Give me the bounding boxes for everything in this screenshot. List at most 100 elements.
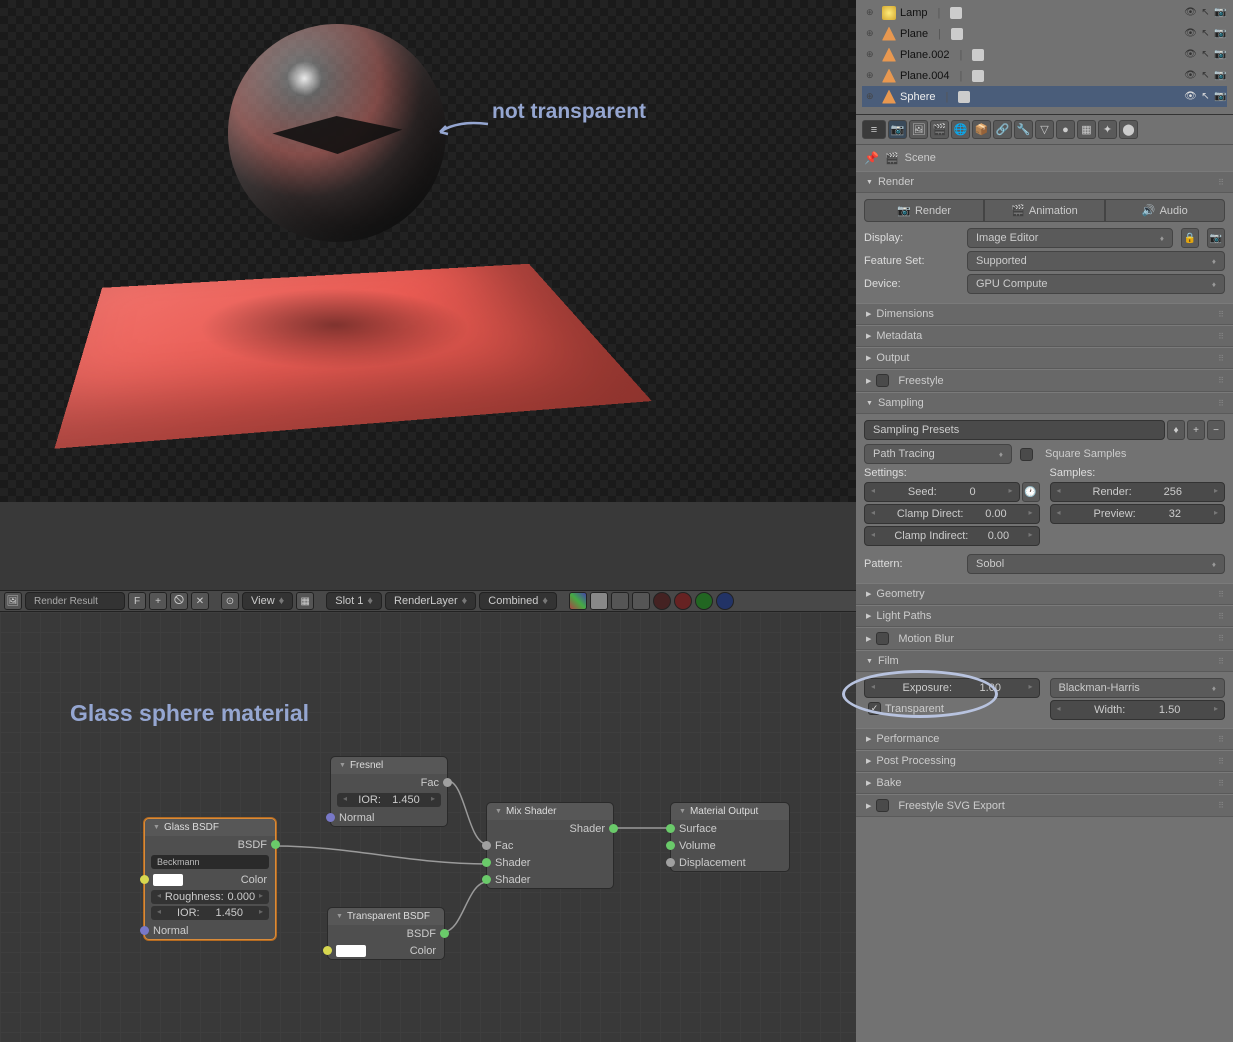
preset-remove-icon[interactable]: − (1207, 420, 1225, 440)
tab-texture[interactable]: ▦ (1077, 120, 1096, 139)
panel-metadata-header[interactable]: Metadata⠿ (856, 325, 1233, 347)
tab-object[interactable]: 📦 (972, 120, 991, 139)
panel-film-header[interactable]: Film⠿ (856, 650, 1233, 672)
camera-icon[interactable]: 📷 (1214, 90, 1227, 103)
panel-render-header[interactable]: Render⠿ (856, 171, 1233, 193)
pattern-dropdown[interactable]: Sobol♦ (967, 554, 1225, 574)
panel-bake-header[interactable]: Bake⠿ (856, 772, 1233, 794)
node-roughness-field[interactable]: ◂Roughness:0.000▸ (151, 890, 269, 904)
seed-field[interactable]: ◂Seed:0▸ (864, 482, 1020, 502)
outliner[interactable]: ⊕Lamp|👁↖📷 ⊕Plane|👁↖📷 ⊕Plane.002|👁↖📷 ⊕Pla… (856, 0, 1233, 115)
node-mix-shader[interactable]: Mix Shader Shader Fac Shader Shader (486, 802, 614, 889)
panel-dimensions-header[interactable]: Dimensions⠿ (856, 303, 1233, 325)
node-output-fac[interactable]: Fac (331, 774, 447, 791)
eye-icon[interactable]: 👁 (1184, 6, 1197, 19)
node-header[interactable]: Mix Shader (487, 803, 613, 820)
camera-icon[interactable]: 📷 (1214, 69, 1227, 82)
tab-particles[interactable]: ✦ (1098, 120, 1117, 139)
mask-icon[interactable]: ▦ (296, 592, 314, 610)
svg-checkbox[interactable] (876, 799, 889, 812)
camera-icon[interactable]: 📷 (1214, 27, 1227, 40)
preview-samples-field[interactable]: ◂Preview:32▸ (1050, 504, 1226, 524)
node-output-bsdf[interactable]: BSDF (145, 836, 275, 853)
device-dropdown[interactable]: GPU Compute♦ (967, 274, 1225, 294)
channel-rgb-icon[interactable] (590, 592, 608, 610)
slot-dropdown[interactable]: Slot 1 ♦ (326, 592, 382, 610)
exposure-field[interactable]: ◂Exposure:1.00▸ (864, 678, 1040, 698)
tab-material[interactable]: ● (1056, 120, 1075, 139)
outliner-item-plane004[interactable]: ⊕Plane.004|👁↖📷 (862, 65, 1227, 86)
data-icon[interactable] (972, 49, 984, 61)
eye-icon[interactable]: 👁 (1184, 48, 1197, 61)
channel-green-icon[interactable] (695, 592, 713, 610)
node-fresnel[interactable]: Fresnel Fac ◂IOR:1.450▸ Normal (330, 756, 448, 827)
expand-icon[interactable]: ⊕ (866, 7, 874, 18)
node-distribution-dropdown[interactable]: Beckmann (151, 855, 269, 869)
channel-blue-icon[interactable] (716, 592, 734, 610)
channel-z-icon[interactable] (632, 592, 650, 610)
outliner-item-plane[interactable]: ⊕Plane|👁↖📷 (862, 23, 1227, 44)
view-dropdown[interactable]: View ♦ (242, 592, 293, 610)
node-input-color[interactable]: Color (145, 871, 275, 888)
clamp-direct-field[interactable]: ◂Clamp Direct:0.00▸ (864, 504, 1040, 524)
cursor-icon[interactable]: ↖ (1199, 90, 1212, 103)
node-input-normal[interactable]: Normal (331, 809, 447, 826)
eye-icon[interactable]: 👁 (1184, 90, 1197, 103)
tab-data[interactable]: ▽ (1035, 120, 1054, 139)
tab-world[interactable]: 🌐 (951, 120, 970, 139)
node-output-bsdf[interactable]: BSDF (328, 925, 444, 942)
transparent-checkbox[interactable] (868, 702, 881, 715)
tab-render-layers[interactable]: 🖼 (909, 120, 928, 139)
node-ior-field[interactable]: ◂IOR:1.450▸ (151, 906, 269, 920)
panel-geometry-header[interactable]: Geometry⠿ (856, 583, 1233, 605)
extra-icon[interactable]: 📷 (1207, 228, 1225, 248)
tab-physics[interactable]: ⬤ (1119, 120, 1138, 139)
filter-dropdown[interactable]: Blackman-Harris♦ (1050, 678, 1226, 698)
node-input-shader-2[interactable]: Shader (487, 871, 613, 888)
eye-icon[interactable]: 👁 (1184, 69, 1197, 82)
expand-icon[interactable]: ⊕ (866, 91, 874, 102)
channel-red-icon[interactable] (674, 592, 692, 610)
node-glass-bsdf[interactable]: Glass BSDF BSDF Beckmann Color ◂Roughnes… (144, 818, 276, 940)
add-image-icon[interactable]: + (149, 592, 167, 610)
node-header[interactable]: Transparent BSDF (328, 908, 444, 925)
cursor-icon[interactable]: ↖ (1199, 6, 1212, 19)
cursor-icon[interactable]: ↖ (1199, 27, 1212, 40)
animation-button[interactable]: 🎬Animation (984, 199, 1104, 222)
node-input-displacement[interactable]: Displacement (671, 854, 789, 871)
camera-icon[interactable]: 📷 (1214, 48, 1227, 61)
node-input-normal[interactable]: Normal (145, 922, 275, 939)
eye-icon[interactable]: 👁 (1184, 27, 1197, 40)
unlink-icon[interactable]: 🛇 (170, 592, 188, 610)
node-editor[interactable]: Glass sphere material Glass BSDF BSDF Be… (0, 612, 856, 1042)
outliner-item-plane002[interactable]: ⊕Plane.002|👁↖📷 (862, 44, 1227, 65)
display-dropdown[interactable]: Image Editor♦ (967, 228, 1173, 248)
tab-modifiers[interactable]: 🔧 (1014, 120, 1033, 139)
node-input-fac[interactable]: Fac (487, 837, 613, 854)
square-samples-checkbox[interactable] (1020, 448, 1033, 461)
data-icon[interactable] (951, 28, 963, 40)
panel-output-header[interactable]: Output⠿ (856, 347, 1233, 369)
node-input-shader-1[interactable]: Shader (487, 854, 613, 871)
fake-user-button[interactable]: F (128, 592, 146, 610)
renderlayer-dropdown[interactable]: RenderLayer ♦ (385, 592, 476, 610)
panel-performance-header[interactable]: Performance⠿ (856, 728, 1233, 750)
editor-type-icon[interactable]: ≡ (862, 120, 886, 139)
channel-rgba-icon[interactable] (569, 592, 587, 610)
node-input-volume[interactable]: Volume (671, 837, 789, 854)
panel-sampling-header[interactable]: Sampling⠿ (856, 392, 1233, 414)
camera-icon[interactable]: 📷 (1214, 6, 1227, 19)
panel-freestyle-header[interactable]: Freestyle⠿ (856, 369, 1233, 392)
channel-alpha-icon[interactable] (611, 592, 629, 610)
lock-icon[interactable]: 🔒 (1181, 228, 1199, 248)
clamp-indirect-field[interactable]: ◂Clamp Indirect:0.00▸ (864, 526, 1040, 546)
outliner-item-lamp[interactable]: ⊕Lamp|👁↖📷 (862, 2, 1227, 23)
tab-render[interactable]: 📷 (888, 120, 907, 139)
preset-menu-icon[interactable]: ♦ (1167, 420, 1185, 440)
expand-icon[interactable]: ⊕ (866, 49, 874, 60)
feature-dropdown[interactable]: Supported♦ (967, 251, 1225, 271)
panel-motion-blur-header[interactable]: Motion Blur⠿ (856, 627, 1233, 650)
node-input-surface[interactable]: Surface (671, 820, 789, 837)
node-input-color[interactable]: Color (328, 942, 444, 959)
node-material-output[interactable]: Material Output Surface Volume Displacem… (670, 802, 790, 872)
